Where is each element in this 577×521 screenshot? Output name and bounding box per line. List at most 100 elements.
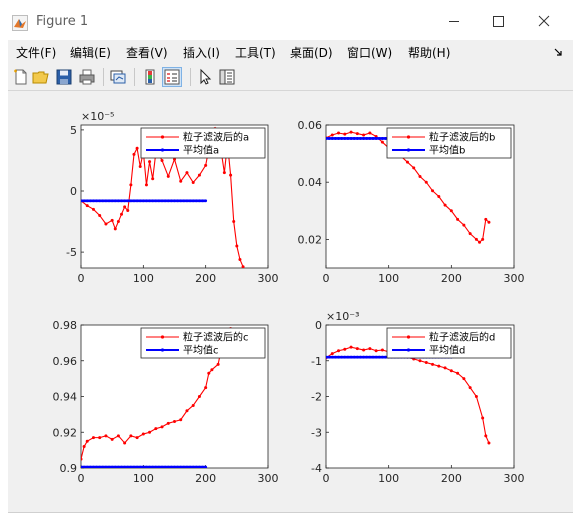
series-point-filtered — [179, 179, 183, 183]
menu-window[interactable]: 窗口(W) — [347, 44, 392, 61]
series-point-mean — [117, 199, 120, 203]
menu-help[interactable]: 帮助(H) — [408, 44, 450, 61]
series-point-mean — [374, 137, 378, 140]
matlab-app-icon — [12, 15, 28, 31]
menu-view[interactable]: 查看(V) — [126, 44, 168, 61]
series-point-mean — [95, 199, 98, 203]
series-point-filtered — [362, 133, 366, 137]
series-point-filtered — [380, 140, 384, 144]
open-folder-icon[interactable] — [32, 68, 50, 86]
x-tick-label: 100 — [133, 272, 154, 285]
series-point-filtered — [343, 132, 347, 136]
x-tick-label: 200 — [441, 472, 462, 485]
series-point-mean — [82, 199, 86, 203]
series-point-mean — [340, 355, 344, 359]
series-point-filtered — [197, 173, 201, 177]
series-point-filtered — [191, 403, 195, 407]
series-point-mean — [362, 355, 365, 359]
series-point-filtered — [462, 223, 466, 227]
series-point-mean — [355, 137, 359, 140]
x-tick-label: 200 — [195, 472, 216, 485]
pointer-icon[interactable] — [196, 68, 214, 86]
legend-label: 粒子滤波后的d — [429, 331, 495, 344]
series-point-filtered — [116, 220, 120, 224]
title-bar: Figure 1 — [0, 0, 577, 40]
series-point-filtered — [132, 152, 136, 156]
series-point-filtered — [462, 377, 466, 381]
series-point-filtered — [116, 434, 120, 438]
series-point-filtered — [85, 204, 89, 208]
series-point-filtered — [129, 183, 133, 187]
series-point-filtered — [431, 189, 435, 193]
series-point-mean — [92, 199, 95, 203]
link-plot-icon[interactable] — [109, 68, 127, 86]
series-point-filtered — [120, 212, 124, 216]
new-figure-icon[interactable] — [12, 68, 30, 86]
x-tick-label: 100 — [378, 472, 399, 485]
legend-label: 平均值a — [183, 144, 219, 157]
series-point-mean — [377, 137, 381, 140]
window-bottom-edge — [8, 512, 573, 513]
series-point-mean — [374, 355, 378, 359]
series-point-mean — [135, 199, 139, 203]
series-point-mean — [327, 137, 331, 140]
series-point-filtered — [412, 166, 416, 170]
series-point-filtered — [185, 409, 189, 413]
x-tick-label: 0 — [78, 272, 85, 285]
y-tick-label: -4 — [311, 462, 322, 475]
series-point-filtered — [337, 349, 341, 353]
series-point-mean — [179, 199, 183, 203]
series-point-filtered — [337, 131, 341, 135]
series-point-filtered — [123, 441, 127, 445]
series-point-filtered — [160, 425, 164, 429]
series-point-mean — [346, 355, 350, 359]
series-point-mean — [337, 137, 340, 140]
series-point-mean — [173, 199, 176, 203]
series-point-filtered — [405, 160, 409, 164]
x-tick-label: 300 — [258, 472, 279, 485]
series-point-filtered — [487, 220, 491, 224]
dock-arrow-icon[interactable] — [553, 47, 563, 57]
legend-label: 粒子滤波后的a — [183, 131, 249, 144]
axis-exponent-label: ×10⁻³ — [326, 310, 359, 323]
x-tick-label: 200 — [195, 272, 216, 285]
menu-file[interactable]: 文件(F) — [16, 44, 56, 61]
series-point-filtered — [418, 359, 422, 363]
series-point-filtered — [343, 347, 347, 351]
series-point-filtered — [232, 220, 236, 224]
menu-desktop[interactable]: 桌面(D) — [290, 44, 333, 61]
save-icon[interactable] — [55, 68, 73, 86]
series-point-filtered — [487, 441, 491, 445]
series-point-filtered — [91, 436, 95, 440]
property-inspector-icon[interactable] — [218, 68, 236, 86]
menu-bar: 文件(F) 编辑(E) 查看(V) 插入(I) 工具(T) 桌面(D) 窗口(W… — [8, 40, 573, 64]
menu-insert[interactable]: 插入(I) — [183, 44, 220, 61]
x-tick-label: 100 — [133, 472, 154, 485]
close-button[interactable] — [524, 6, 564, 36]
series-point-filtered — [104, 434, 108, 438]
series-point-mean — [185, 199, 189, 203]
x-tick-label: 0 — [78, 472, 85, 485]
series-point-mean — [169, 199, 173, 203]
print-icon[interactable] — [78, 68, 96, 86]
maximize-button[interactable] — [478, 6, 518, 36]
y-tick-label: 0.98 — [53, 319, 78, 332]
series-point-filtered — [113, 227, 117, 231]
series-point-mean — [330, 137, 334, 140]
series-point-filtered — [135, 146, 139, 150]
series-point-filtered — [424, 361, 428, 365]
menu-tools[interactable]: 工具(T) — [235, 44, 276, 61]
series-point-mean — [359, 355, 362, 359]
series-point-mean — [145, 199, 148, 203]
menu-edit[interactable]: 编辑(E) — [70, 44, 111, 61]
minimize-button[interactable] — [434, 6, 474, 36]
series-point-mean — [365, 355, 369, 359]
series-point-filtered — [368, 347, 372, 351]
colorbar-icon[interactable] — [141, 68, 159, 86]
legend-icon[interactable] — [162, 67, 182, 87]
series-point-filtered — [144, 183, 148, 187]
series-point-mean — [138, 199, 142, 203]
series-point-filtered — [185, 171, 189, 175]
legend-marker — [406, 148, 411, 152]
series-point-filtered — [166, 174, 170, 178]
